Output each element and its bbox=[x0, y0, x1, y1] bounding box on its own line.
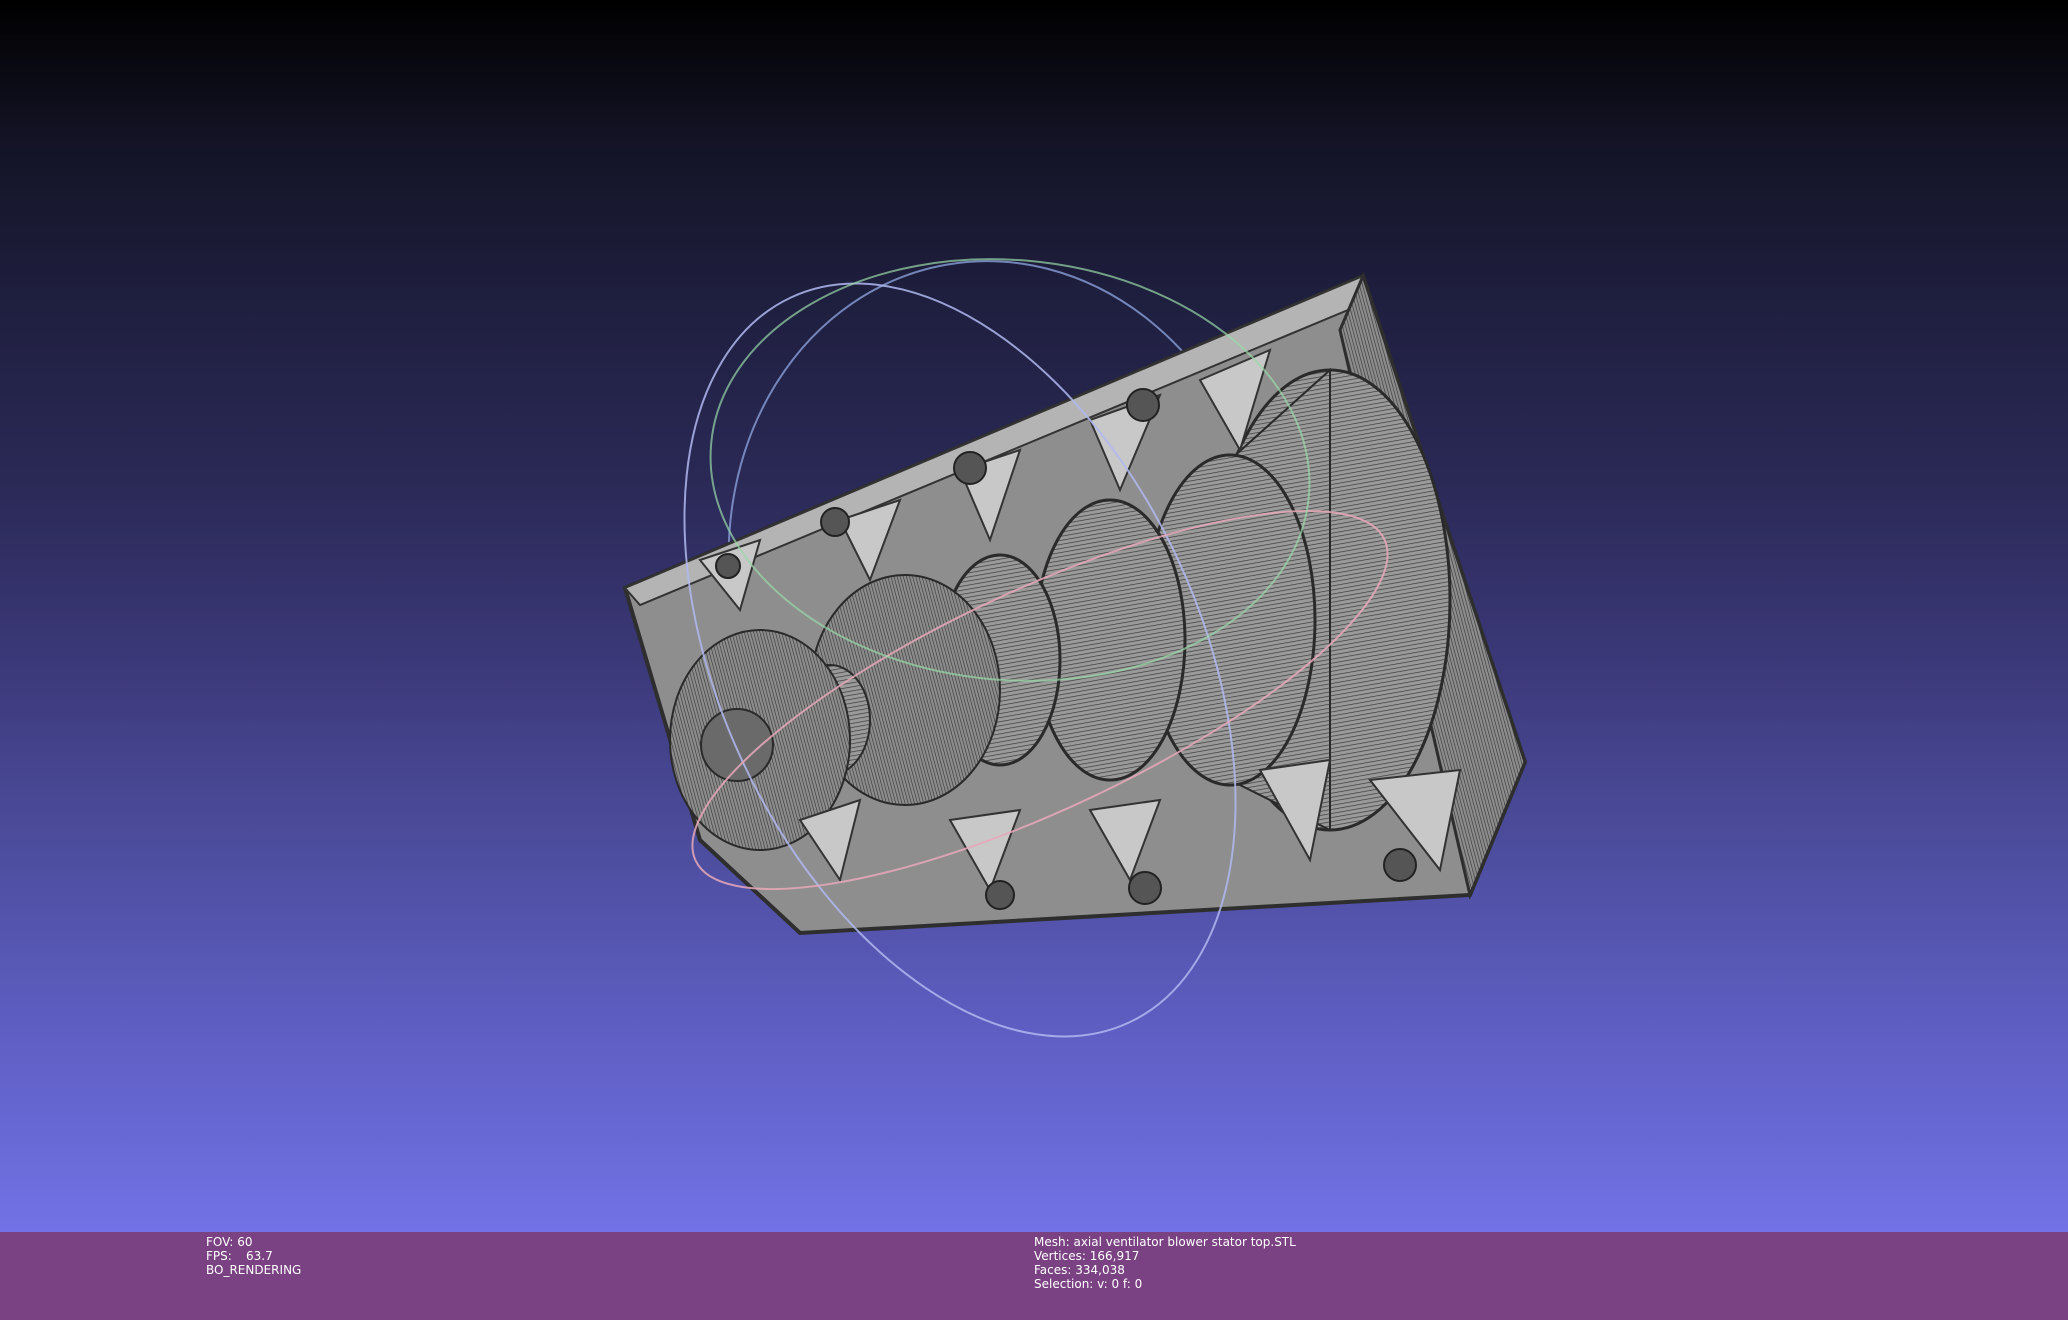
fps-readout: FPS: 63.7 bbox=[206, 1249, 273, 1263]
vertices-count: Vertices: 166,917 bbox=[1034, 1249, 1140, 1263]
render-mode: BO_RENDERING bbox=[206, 1263, 302, 1277]
faces-count: Faces: 334,038 bbox=[1034, 1263, 1125, 1277]
3d-viewport[interactable] bbox=[0, 0, 2068, 1232]
mesh-render bbox=[622, 258, 1528, 1038]
mesh-model bbox=[622, 271, 1528, 936]
fov-readout: FOV: 60 bbox=[206, 1235, 253, 1249]
mesh-info: Mesh: axial ventilator blower stator top… bbox=[1034, 1235, 1296, 1291]
status-info-bar: FOV: 60 FPS: 63.7 BO_RENDERING Mesh: axia… bbox=[0, 1232, 2068, 1320]
selection-info: Selection: v: 0 f: 0 bbox=[1034, 1277, 1143, 1291]
mesh-name: Mesh: axial ventilator blower stator top… bbox=[1034, 1235, 1296, 1249]
render-info: FOV: 60 FPS: 63.7 BO_RENDERING bbox=[206, 1235, 301, 1277]
